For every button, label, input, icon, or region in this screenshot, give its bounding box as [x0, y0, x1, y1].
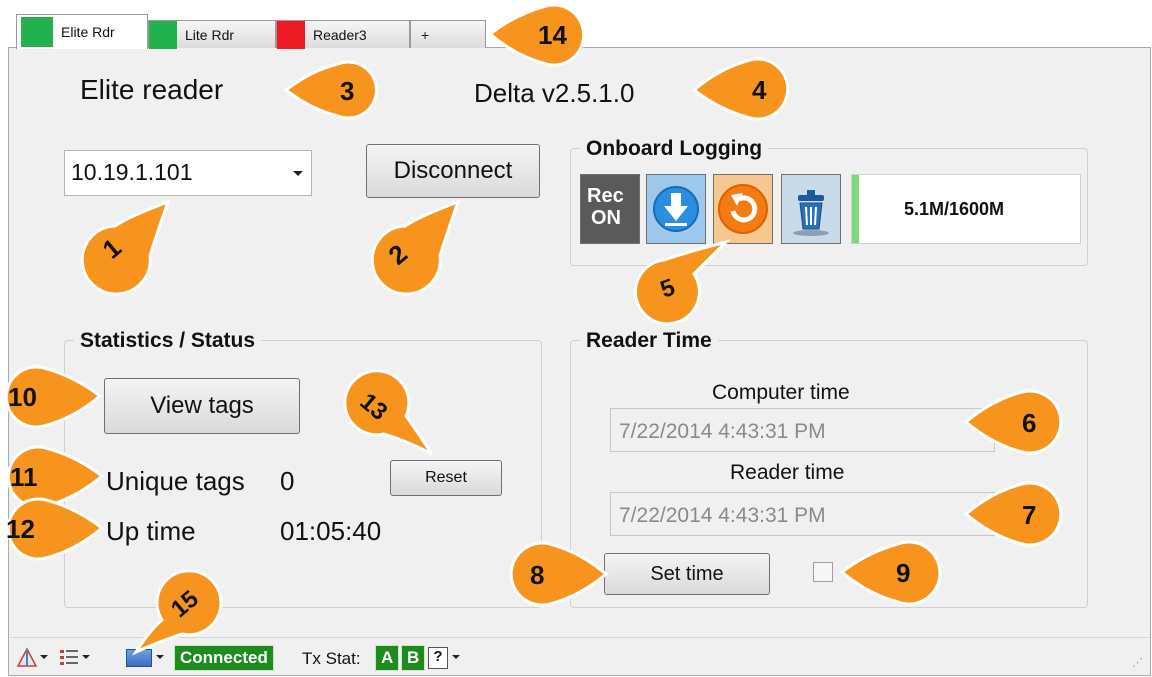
view-tags-button[interactable]: View tags	[104, 378, 300, 434]
callout-15: 15	[132, 569, 223, 656]
refresh-log-button[interactable]	[713, 174, 773, 244]
rec-on-label: ON	[591, 207, 621, 229]
callout-2: 2	[370, 199, 461, 296]
add-tab-button[interactable]: +	[410, 20, 486, 48]
callout-6-number: 6	[1022, 408, 1036, 438]
tx-stat-a-badge: A	[375, 645, 399, 671]
tab-label: Elite Rdr	[61, 24, 115, 40]
uptime-label: Up time	[106, 516, 196, 546]
tab-lite-rdr[interactable]: Lite Rdr	[148, 20, 276, 49]
callout-8: 8	[509, 541, 609, 607]
reset-label: Reset	[425, 469, 467, 486]
callout-4-number: 4	[752, 75, 767, 105]
statistics-status-title: Statistics / Status	[74, 329, 262, 353]
tab-reader3[interactable]: Reader3	[276, 20, 410, 49]
refresh-icon	[718, 184, 768, 234]
callout-7-number: 7	[1022, 500, 1036, 530]
antenna-icon[interactable]	[16, 646, 38, 668]
callout-9: 9	[839, 540, 942, 606]
tab-label: Lite Rdr	[185, 26, 235, 43]
firmware-version: Delta v2.5.1.0	[474, 78, 635, 108]
help-label: ?	[433, 648, 443, 665]
tab-label: Reader3	[313, 26, 367, 43]
callout-10-number: 10	[8, 382, 37, 412]
set-time-label: Set time	[650, 562, 724, 585]
callout-1: 1	[80, 199, 171, 296]
unique-tags-value: 0	[280, 466, 295, 496]
tx-stat-b-badge: B	[401, 645, 425, 671]
unique-tags-label: Unique tags	[106, 466, 245, 496]
computer-time-label: Computer time	[712, 381, 850, 404]
callout-12: 12	[6, 497, 105, 561]
set-time-button[interactable]: Set time	[604, 553, 770, 595]
callout-5: 5	[633, 239, 731, 326]
storage-usage-text: 5.1M/1600M	[904, 199, 1005, 219]
reset-button[interactable]: Reset	[390, 460, 502, 496]
ip-address-value: 10.19.1.101	[71, 159, 193, 185]
callout-13: 13	[343, 369, 434, 456]
disconnect-button[interactable]: Disconnect	[366, 144, 540, 198]
callout-3: 3	[283, 60, 378, 120]
download-log-button[interactable]	[646, 174, 706, 244]
chevron-down-icon[interactable]	[82, 655, 90, 659]
tx-stat-label: Tx Stat:	[302, 649, 361, 668]
chevron-down-icon[interactable]	[293, 171, 303, 176]
callout-3-number: 3	[340, 76, 354, 106]
tx-stat-b-label: B	[407, 648, 420, 667]
callout-12-number: 12	[6, 514, 35, 544]
storage-usage-bar: 5.1M/1600M	[851, 174, 1081, 244]
reader-time-title: Reader Time	[580, 329, 718, 353]
reader-time-value: 7/22/2014 4:43:31 PM	[619, 504, 826, 527]
reader-name: Elite reader	[80, 74, 224, 105]
view-tags-label: View tags	[150, 392, 254, 419]
add-tab-label: +	[421, 26, 430, 43]
tab-color-swatch	[21, 17, 53, 47]
callout-10: 10	[4, 365, 103, 429]
trash-icon	[793, 190, 829, 236]
callout-7: 7	[963, 481, 1063, 547]
tx-stat-a-label: A	[381, 648, 394, 667]
delete-log-button[interactable]	[781, 174, 841, 244]
chevron-down-icon[interactable]	[452, 655, 460, 659]
ip-address-combo[interactable]: 10.19.1.101	[64, 150, 312, 196]
auto-sync-checkbox[interactable]	[813, 562, 833, 582]
record-toggle-button[interactable]: Rec ON	[580, 174, 640, 244]
list-icon[interactable]	[58, 646, 80, 668]
reader-time-field: 7/22/2014 4:43:31 PM	[610, 492, 995, 536]
reader-time-label: Reader time	[730, 461, 845, 484]
disconnect-button-label: Disconnect	[393, 157, 513, 184]
uptime-value: 01:05:40	[280, 516, 382, 546]
callout-11-number: 11	[10, 462, 38, 492]
callout-14: 14	[487, 3, 586, 67]
tab-elite-rdr[interactable]: Elite Rdr	[16, 14, 148, 49]
download-icon	[653, 186, 699, 232]
callout-4: 4	[691, 57, 790, 121]
callout-8-number: 8	[530, 560, 544, 590]
callout-9-number: 9	[896, 558, 910, 588]
help-icon[interactable]: ?	[428, 647, 448, 669]
computer-time-field: 7/22/2014 4:43:31 PM	[610, 408, 995, 452]
computer-time-value: 7/22/2014 4:43:31 PM	[619, 420, 826, 443]
chevron-down-icon[interactable]	[40, 655, 48, 659]
tab-color-swatch	[277, 20, 305, 49]
resize-grip-icon[interactable]: ⋰	[1132, 656, 1143, 669]
storage-usage-fill	[852, 175, 859, 243]
tab-color-swatch	[149, 20, 177, 49]
rec-label: Rec	[587, 185, 624, 207]
onboard-logging-title: Onboard Logging	[580, 137, 769, 161]
callout-14-number: 14	[538, 20, 567, 50]
callout-6: 6	[963, 389, 1063, 455]
